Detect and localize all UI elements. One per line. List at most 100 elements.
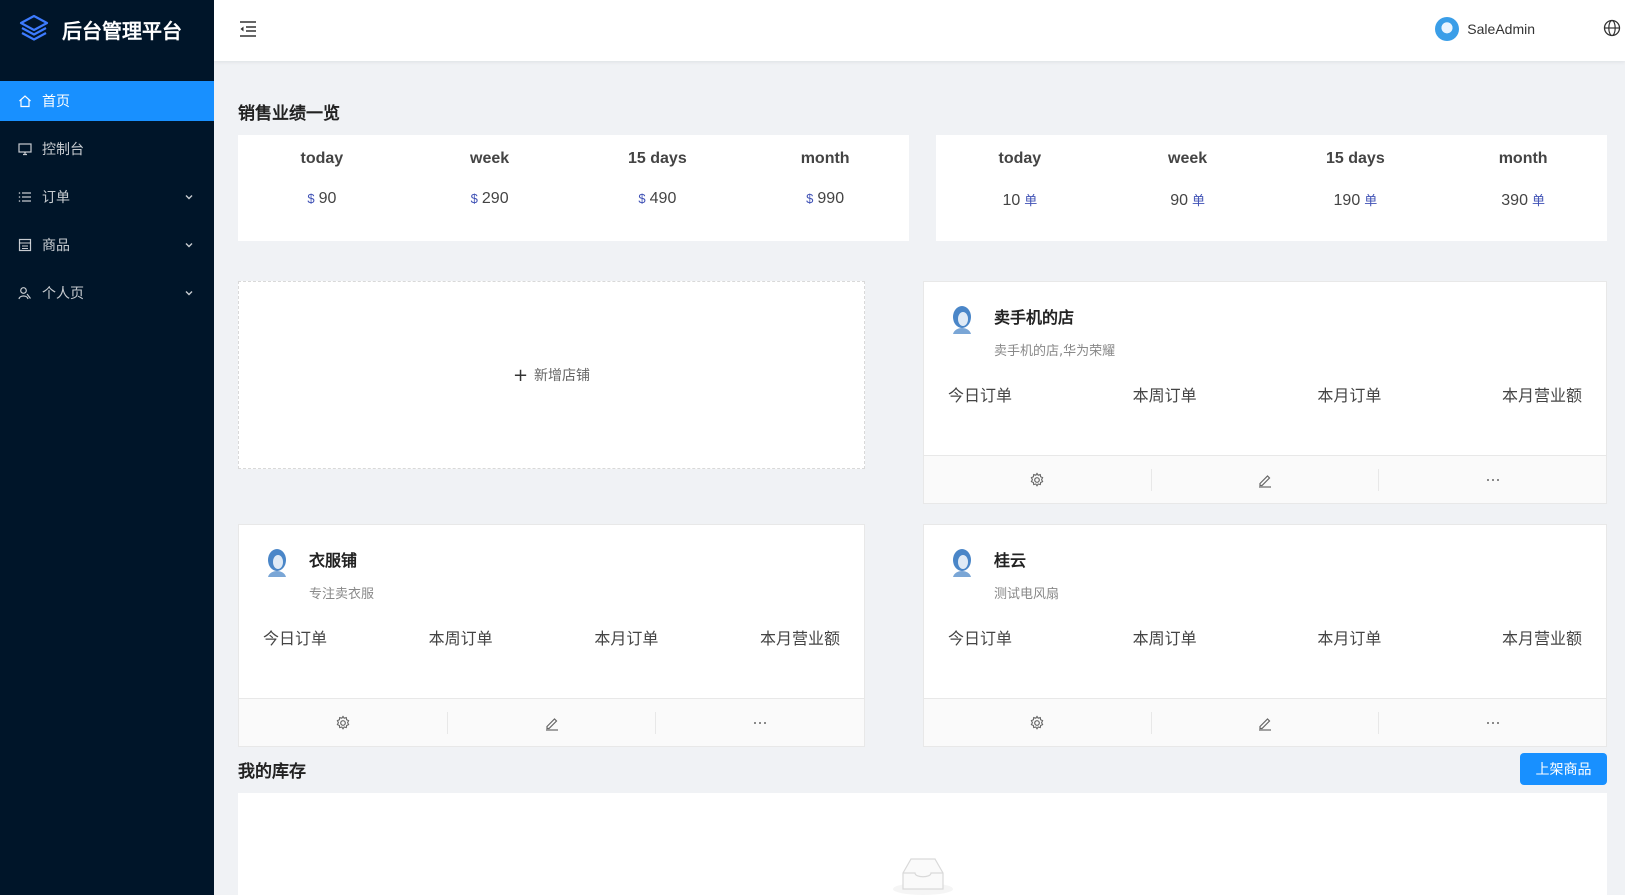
orders-stat-15days: 15 days 190 单 [1272,135,1440,241]
order-unit: 单 [1364,194,1378,209]
currency-symbol: $ [470,191,478,206]
sidebar-item-products[interactable]: 商品 [0,225,214,265]
stat-value: $290 [406,190,574,208]
user-menu[interactable]: SaleAdmin [1435,17,1535,41]
stat-label-today-orders: 今日订单 [948,629,1013,648]
revenue-stats-card: today $90 week $290 15 days $490 month $… [238,135,909,241]
orders-stats-card: today 10 单 week 90 单 15 days 190 单 month 39… [936,135,1607,241]
shop-name: 桂云 [994,551,1027,570]
stat-number: 290 [481,190,509,207]
chevron-down-icon [185,195,193,200]
order-unit: 单 [1024,194,1038,209]
shop-header: 桂云 测试电风扇 [948,547,1059,602]
sidebar: 后台管理平台 首页 控制台 订单 商品 个人页 [0,0,214,895]
user-icon [18,286,32,300]
layers-logo-icon [19,14,49,41]
sidebar-item-console[interactable]: 控制台 [0,129,214,169]
stat-label-month-revenue: 本月营业额 [1501,629,1582,648]
revenue-stat-month: month $990 [741,135,909,241]
orders-stat-today: today 10 单 [936,135,1104,241]
edit-icon [545,717,558,731]
sidebar-item-profile[interactable]: 个人页 [0,273,214,313]
stat-value: $490 [574,190,742,208]
shop-description: 专注卖衣服 [309,587,375,602]
currency-symbol: $ [638,191,646,206]
settings-button[interactable] [924,712,1151,734]
orders-stat-month: month 390 单 [1439,135,1607,241]
sidebar-menu: 首页 控制台 订单 商品 个人页 [0,81,214,313]
chevron-down-icon [185,243,193,248]
sidebar-item-label: 商品 [42,238,70,254]
stat-label-week-orders: 本周订单 [1132,386,1197,405]
edit-button[interactable] [1150,468,1379,491]
more-button[interactable] [655,711,864,734]
order-unit: 单 [1531,194,1545,209]
logo[interactable]: 后台管理平台 [0,0,214,58]
shop-avatar [268,549,286,577]
currency-symbol: $ [806,191,814,206]
stat-label-month-orders: 本月订单 [1317,629,1382,648]
stat-value: 390 单 [1439,190,1607,210]
publish-product-button[interactable]: 上架商品 [1520,753,1607,785]
order-unit: 单 [1192,194,1206,209]
sidebar-item-home[interactable]: 首页 [0,81,214,121]
more-button[interactable] [1378,468,1606,491]
list-icon [18,190,32,204]
stat-label-week-orders: 本周订单 [428,629,493,648]
shop-actions [924,698,1606,746]
shop-avatar [953,549,971,577]
stat-value: 190 单 [1272,190,1440,210]
ellipsis-icon [1486,721,1499,724]
stat-number: 490 [649,190,677,207]
shop-header: 卖手机的店 卖手机的店,华为荣耀 [948,304,1115,359]
shop-icon [18,238,32,252]
shop-description: 卖手机的店,华为荣耀 [994,344,1116,359]
stat-number: 990 [817,190,845,207]
shop-stats: 今日订单 本周订单 本月订单 本月营业额 [263,625,840,649]
gear-icon [1030,472,1044,487]
stat-number: 90 [318,190,337,207]
stat-value: 10 单 [936,190,1104,210]
shop-stats: 今日订单 本周订单 本月订单 本月营业额 [948,382,1582,406]
stat-label-month-revenue: 本月营业额 [1501,386,1582,405]
sidebar-item-label: 个人页 [42,286,84,302]
shop-card: 卖手机的店 卖手机的店,华为荣耀 今日订单 本周订单 本月订单 本月营业额 [923,281,1607,504]
edit-icon [1259,474,1271,488]
globe-icon[interactable] [1603,19,1621,37]
gear-icon [336,715,350,730]
edit-button[interactable] [1150,711,1379,734]
stat-label: today [998,150,1042,167]
orders-stat-week: week 90 单 [1104,135,1272,241]
stat-label: month [800,150,850,167]
avatar [1435,17,1460,41]
settings-button[interactable] [924,469,1151,491]
shop-description: 测试电风扇 [994,587,1060,602]
add-shop-button[interactable]: + 新增店铺 [238,281,865,469]
stat-label: month [1498,150,1548,167]
stat-number: 10 [1002,192,1021,209]
stat-label-today-orders: 今日订单 [263,629,328,648]
shop-stats: 今日订单 本周订单 本月订单 本月营业额 [948,625,1582,649]
top-header: SaleAdmin [214,0,1625,61]
revenue-stat-today: today $90 [238,135,406,241]
gear-icon [1030,715,1044,730]
stat-label: 15 days [628,150,687,167]
menu-fold-icon[interactable] [238,19,258,39]
app-title: 后台管理平台 [62,18,182,43]
settings-button[interactable] [239,712,447,734]
shop-header: 衣服铺 专注卖衣服 [263,547,374,602]
desktop-icon [18,142,32,156]
stat-number: 90 [1170,192,1189,209]
sidebar-item-label: 控制台 [42,142,84,158]
username: SaleAdmin [1467,21,1535,37]
more-button[interactable] [1378,711,1606,734]
add-shop-label: 新增店铺 [534,368,591,384]
inventory-panel [238,793,1607,895]
stat-label: week [1168,150,1208,167]
stat-value: 90 单 [1104,190,1272,210]
shop-name: 卖手机的店 [994,308,1075,327]
stat-label: 15 days [1326,150,1385,167]
sidebar-item-orders[interactable]: 订单 [0,177,214,217]
edit-button[interactable] [446,711,656,734]
sidebar-item-label: 订单 [42,190,70,206]
